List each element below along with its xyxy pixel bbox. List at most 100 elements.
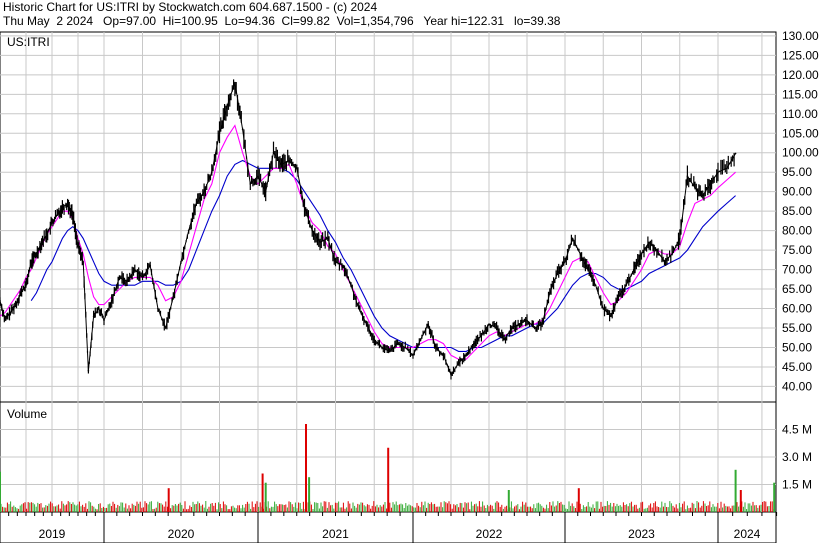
price-tick-label: 85.00 [782,204,812,218]
price-tick-label: 125.00 [782,48,819,62]
price-tick-label: 40.00 [782,379,812,393]
price-tick-label: 50.00 [782,340,812,354]
price-point [110,299,113,302]
price-point [404,346,407,349]
price-point [602,307,605,310]
price-point [272,151,275,154]
year-label: 2019 [39,527,66,541]
year-label: 2024 [734,527,761,541]
price-tick-label: 100.00 [782,146,819,160]
year-label: 2022 [476,527,503,541]
volume-title: Volume [7,407,47,421]
price-tick-label: 45.00 [782,360,812,374]
price-point [350,284,352,287]
price-point [564,261,566,263]
price-point [25,284,27,287]
price-point [257,175,259,177]
volume-tick-label: 1.5 M [782,478,812,492]
price-point [172,296,175,298]
price-point [594,284,597,287]
price-point [381,346,383,349]
price-point [495,327,498,329]
price-point [264,190,267,193]
price-point [518,323,521,325]
price-tick-label: 110.00 [782,107,818,121]
price-point [533,327,536,329]
price-point [98,307,100,310]
price-point [30,261,32,263]
price-point [656,249,658,251]
price-point [61,206,64,209]
price-tick-label: 60.00 [782,302,812,316]
price-point [427,323,430,325]
price-point [734,152,737,155]
price-point [679,237,681,240]
price-point [373,338,376,341]
price-point [234,81,236,84]
price-point [82,261,84,263]
price-point [442,354,445,357]
price-point [571,237,574,240]
price-point [103,319,105,322]
price-point [180,261,182,263]
volume-tick-label: 3.0 M [782,450,812,464]
price-point [296,167,298,170]
price-point [92,315,95,318]
price-point [87,370,90,372]
price-point [218,132,221,135]
price-point [587,268,589,271]
price-point [157,307,159,310]
price-point [327,237,329,240]
year-label: 2020 [168,527,195,541]
price-point [633,268,635,271]
price-point [226,105,228,107]
price-point [450,373,452,376]
price-point [303,206,306,209]
price-point [541,323,543,325]
price-tick-label: 80.00 [782,224,812,238]
stock-chart: 130.00 125.00 120.00 115.00 110.00 105.00 100.… [0,29,819,543]
price-point [51,222,53,224]
price-tick-label: 120.00 [782,68,819,82]
date-axis-panel [0,511,777,543]
price-point [72,214,74,216]
price-point [625,284,627,287]
price-tick-label: 75.00 [782,243,812,257]
price-tick-label: 130.00 [782,29,819,43]
price-point [717,171,719,173]
price-point [388,350,391,353]
price-point [118,276,121,279]
price-point [526,319,528,322]
price-point [610,315,612,318]
price-point [241,128,244,131]
price-point [134,268,136,271]
price-tick-label: 70.00 [782,263,812,277]
price-point [511,327,513,329]
price-point [694,187,696,189]
price-point [726,167,728,170]
year-label: 2021 [322,527,349,541]
price-point [365,323,368,325]
price-point [203,190,205,193]
price-tick-label: 55.00 [782,321,812,335]
price-point [701,194,704,197]
price-point [149,264,151,267]
price-point [457,362,460,364]
price-point [342,264,345,267]
price-point [46,233,48,236]
price-point [126,280,128,283]
price-tick-label: 95.00 [782,165,812,179]
price-point [195,202,198,205]
price-tick-label: 115.00 [782,87,818,101]
price-tick-label: 65.00 [782,282,812,296]
price-point [164,327,167,329]
price-point [4,319,6,322]
price-point [249,183,252,185]
price-point [617,296,620,298]
price-point [14,303,17,306]
price-point [503,338,506,341]
price-point [9,311,12,314]
price-point [211,171,213,173]
price-point [319,241,321,244]
price-point [556,272,559,275]
